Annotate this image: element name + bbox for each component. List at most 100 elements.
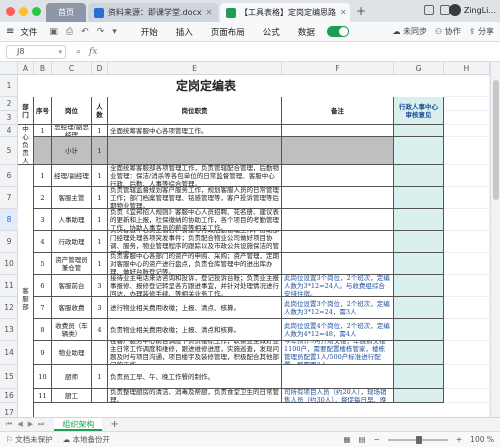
cell-post[interactable]: 收费员（车辆类）	[52, 319, 92, 341]
cell-duty[interactable]: 全面统筹客服部各项管理工作，负责管辖配合管理，后勤物业管理：保洁/消杀等各包单位…	[108, 165, 282, 187]
cell-seq[interactable]: 4	[34, 231, 52, 253]
cell-name-box[interactable]: J8	[6, 44, 66, 59]
cell-duty[interactable]: 负责管辖监督规划客户服务工作，规划客服人员的日常管理工作；部门档案管理管理、铭感…	[108, 187, 282, 209]
cell-count[interactable]: 3	[92, 297, 108, 319]
header-seq[interactable]: 序号	[34, 97, 52, 125]
cell-duty[interactable]: 接待业主电话来访咨询和投诉，登记投诉台账；负责业主报事报修、报修登记转呈各方跟进…	[108, 275, 282, 297]
cell-duty[interactable]: 全面统筹客服中心各项管理工作。	[108, 125, 282, 137]
row-header[interactable]: 2	[0, 97, 18, 111]
cell-duty[interactable]: 在客户服务中心前台调度下负责楼栋工作，联系业主做好业主日常工作调度和维修，跟进维…	[108, 341, 282, 365]
cell-count[interactable]: 1	[92, 187, 108, 209]
empty-cell[interactable]	[444, 253, 490, 275]
empty-cell[interactable]	[444, 319, 490, 341]
more-icon[interactable]: ▾	[112, 27, 117, 37]
cell-admin-review[interactable]	[394, 209, 444, 231]
first-sheet-icon[interactable]: ⏮	[6, 420, 12, 429]
redo-icon[interactable]: ↷	[97, 27, 105, 37]
cell-count[interactable]: 1	[92, 231, 108, 253]
cell-post[interactable]: 人事助理	[52, 209, 92, 231]
doc-protection-status[interactable]: ⚐ 文档未保护	[6, 434, 53, 445]
close-tab-icon[interactable]: ✕	[336, 8, 347, 17]
cell-count[interactable]: 1	[92, 365, 108, 389]
menu-page-layout[interactable]: 页面布局	[211, 26, 245, 38]
zoom-window-button[interactable]	[32, 7, 41, 16]
cell-admin-review[interactable]	[394, 365, 444, 389]
sheet-title[interactable]: 定岗定编表	[18, 75, 394, 97]
cell-seq[interactable]: 6	[34, 275, 52, 297]
cell-remark[interactable]	[282, 209, 394, 231]
cell-remark[interactable]	[282, 137, 394, 165]
cell-post[interactable]: 总经理/副总经理	[52, 125, 92, 137]
cell-seq[interactable]: 11	[34, 389, 52, 403]
cell-seq[interactable]: 9	[34, 341, 52, 365]
tab-docx[interactable]: 资料来源：即课学堂.docx ✕	[88, 3, 218, 22]
cell-count[interactable]	[92, 389, 108, 403]
empty-cell[interactable]	[444, 297, 490, 319]
scrollbar-thumb[interactable]	[493, 80, 499, 200]
zoom-out-icon[interactable]: −	[374, 435, 380, 444]
empty-cell[interactable]	[444, 365, 490, 389]
cell-post[interactable]: 客服前台	[52, 275, 92, 297]
header-duty[interactable]: 岗位职责	[108, 97, 282, 125]
cell-dept-top[interactable]: 中心负责人	[18, 125, 34, 165]
menu-home[interactable]: 开始	[141, 26, 158, 38]
row-header[interactable]: 5	[0, 137, 18, 165]
empty-cell[interactable]	[444, 403, 490, 417]
empty-cell[interactable]	[444, 187, 490, 209]
row-header[interactable]: 4	[0, 125, 18, 137]
cell-seq[interactable]: 7	[34, 297, 52, 319]
cell-post[interactable]: 客服主管	[52, 187, 92, 209]
save-icon[interactable]: ▣	[49, 27, 58, 37]
select-all-corner[interactable]	[0, 62, 18, 75]
column-header-f[interactable]: F	[282, 62, 394, 75]
user-account[interactable]: ZingLi...	[448, 4, 496, 16]
cell-post[interactable]: 资产管理员兼仓管	[52, 253, 92, 275]
tab-home[interactable]: 首页	[46, 3, 86, 22]
last-sheet-icon[interactable]: ⏭	[38, 420, 44, 429]
cell-duty[interactable]	[108, 137, 282, 165]
header-admin-review[interactable]: 行政人事中心审核意见	[394, 97, 444, 125]
cell-admin-review[interactable]	[394, 253, 444, 275]
cell-admin-review[interactable]	[394, 125, 444, 137]
cell-admin-review[interactable]	[394, 341, 444, 365]
header-count[interactable]: 人数	[92, 97, 108, 125]
cell-count[interactable]: 3	[92, 275, 108, 297]
cell-duty[interactable]: 负责整理厨房的清洁、消毒及帮厨，负责食堂卫生的日常管理。	[108, 389, 282, 403]
column-header-d[interactable]: D	[92, 62, 108, 75]
cell-admin-review[interactable]	[394, 275, 444, 297]
empty-cell[interactable]	[444, 137, 490, 165]
row-header[interactable]: 7	[0, 187, 18, 209]
cell-duty[interactable]: 负责《宜邦招人规则》客服中心人员招聘、花名册、建议表的更新和上报，社保缴纳的协助…	[108, 209, 282, 231]
cell-post[interactable]: 行政助理	[52, 231, 92, 253]
cell-remark[interactable]: 此岗位设置在食堂就餐，包括地产公司所有项目人员（约20人），现场销售人员（约30…	[282, 389, 394, 403]
row-header[interactable]: 10	[0, 253, 18, 275]
cell-duty[interactable]: 负责员工早、午、晚工作餐的制作。	[108, 365, 282, 389]
cell-admin-review[interactable]	[394, 137, 444, 165]
zoom-slider[interactable]	[387, 435, 448, 444]
cell-remark[interactable]	[282, 165, 394, 187]
menu-formulas[interactable]: 公式	[263, 26, 280, 38]
empty-cell[interactable]	[444, 275, 490, 297]
cell-seq[interactable]: 1	[34, 125, 52, 137]
cell-admin-review[interactable]	[394, 319, 444, 341]
cell-count[interactable]: 1	[92, 125, 108, 137]
row-header[interactable]: 16	[0, 389, 18, 403]
vertical-scrollbar[interactable]	[490, 62, 500, 417]
next-sheet-icon[interactable]: ▶	[28, 420, 33, 429]
cell-admin-review[interactable]	[394, 165, 444, 187]
sync-status[interactable]: ☁ 未同步	[392, 26, 427, 37]
cell-remark[interactable]	[282, 187, 394, 209]
header-dept[interactable]: 部门	[18, 97, 34, 125]
cell-seq[interactable]	[34, 137, 52, 165]
normal-view-icon[interactable]: ▦	[343, 435, 350, 444]
cell-remark[interactable]	[282, 365, 394, 389]
sheet-tab-active[interactable]: 组织架构	[54, 418, 103, 431]
cell-seq[interactable]: 1	[34, 165, 52, 187]
row-header[interactable]: 6	[0, 165, 18, 187]
cell-remark[interactable]	[282, 253, 394, 275]
menu-file[interactable]: 文件	[20, 26, 37, 38]
function-icon[interactable]: fx	[89, 47, 97, 57]
collaborate-button[interactable]: ⚇ 协作	[435, 26, 461, 37]
tab-spreadsheet[interactable]: 【工具表格】定岗定编思路 ✕	[220, 3, 350, 22]
row-header[interactable]: 9	[0, 231, 18, 253]
